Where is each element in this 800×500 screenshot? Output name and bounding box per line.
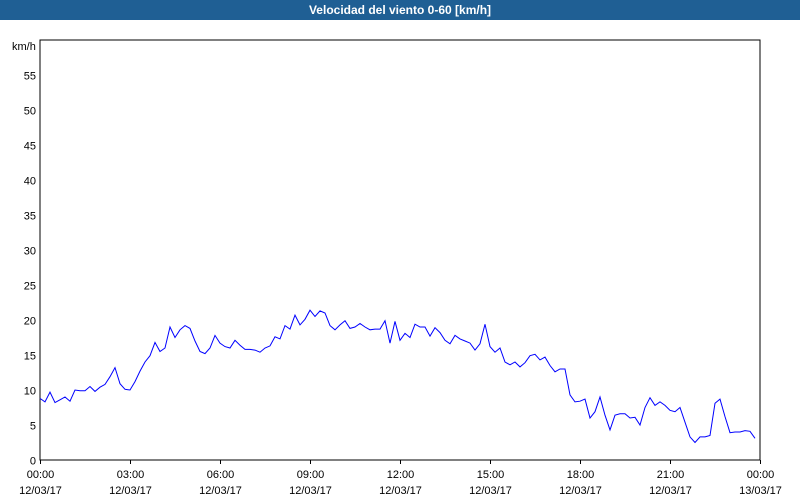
x-tick-time: 12:00 (387, 469, 415, 481)
x-tick-time: 00:00 (747, 469, 775, 481)
x-tick-time: 03:00 (117, 469, 145, 481)
x-tick-date: 12/03/17 (109, 485, 152, 497)
x-tick-date: 12/03/17 (199, 485, 242, 497)
y-tick-label: 30 (24, 246, 36, 258)
y-tick-label: 10 (24, 386, 36, 398)
wind-speed-chart: 0 5 10 15 20 25 30 35 40 45 50 55 00:00 12/03/17 03:00… (12, 39, 782, 497)
x-tick-date: 12/03/17 (379, 485, 422, 497)
y-tick-label: 45 (24, 141, 36, 153)
y-tick-label: 15 (24, 351, 36, 363)
x-tick-date: 12/03/17 (469, 485, 512, 497)
x-tick-date: 12/03/17 (649, 485, 692, 497)
x-tick-time: 00:00 (27, 469, 55, 481)
plot-area (39, 39, 761, 461)
y-tick-label: 20 (24, 316, 36, 328)
x-tick-time: 21:00 (657, 469, 685, 481)
x-tick-time: 06:00 (207, 469, 235, 481)
y-tick-label: 25 (24, 281, 36, 293)
y-tick-label: 55 (24, 71, 36, 83)
x-tick-date: 12/03/17 (19, 485, 62, 497)
y-tick-label: 5 (30, 421, 36, 433)
y-tick-label: 50 (24, 106, 36, 118)
x-tick-date: 13/03/17 (739, 485, 782, 497)
y-tick-label: 35 (24, 211, 36, 223)
x-tick-date: 12/03/17 (559, 485, 602, 497)
x-tick-time: 09:00 (297, 469, 325, 481)
x-tick-time: 15:00 (477, 469, 505, 481)
y-axis-label: km/h (12, 41, 36, 53)
y-tick-label: 40 (24, 176, 36, 188)
x-tick-date: 12/03/17 (289, 485, 332, 497)
x-tick-time: 18:00 (567, 469, 595, 481)
y-tick-label: 0 (30, 456, 36, 468)
